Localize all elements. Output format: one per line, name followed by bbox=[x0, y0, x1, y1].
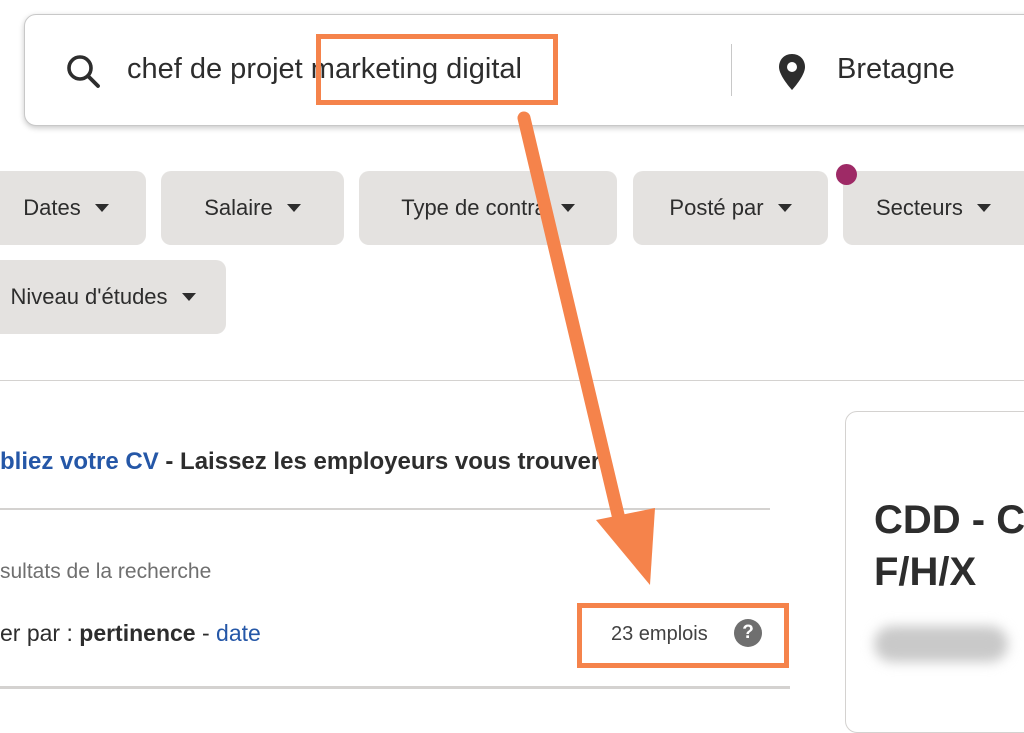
filter-salaire[interactable]: Salaire bbox=[161, 171, 344, 245]
filter-label: Dates bbox=[23, 195, 81, 220]
search-divider bbox=[731, 44, 732, 96]
cv-divider bbox=[0, 508, 770, 510]
filter-label: Secteurs bbox=[876, 195, 963, 220]
blurred-company-name bbox=[874, 626, 1008, 662]
upload-cv-link[interactable]: bliez votre CV bbox=[0, 448, 159, 475]
sort-by-date-link[interactable]: date bbox=[216, 620, 261, 646]
sort-separator: - bbox=[195, 620, 217, 646]
sort-control: er par : pertinence - date bbox=[0, 620, 261, 647]
filter-niveau-etudes[interactable]: Niveau d'études bbox=[0, 260, 226, 334]
filter-label: Type de contra bbox=[401, 195, 547, 220]
location-pin-icon bbox=[779, 54, 805, 90]
caret-down-icon bbox=[777, 204, 792, 212]
filter-secteurs[interactable]: Secteurs bbox=[843, 171, 1024, 245]
highlight-box-query bbox=[316, 34, 558, 105]
cv-banner-text: - Laissez les employeurs vous trouver bbox=[158, 448, 601, 475]
notification-badge bbox=[836, 164, 857, 185]
filter-type-contrat[interactable]: Type de contra bbox=[359, 171, 617, 245]
section-divider bbox=[0, 380, 1024, 381]
filter-label: Posté par bbox=[669, 195, 764, 220]
caret-down-icon bbox=[181, 293, 196, 301]
filter-dates[interactable]: Dates bbox=[0, 171, 146, 245]
sort-active: pertinence bbox=[79, 620, 196, 646]
location-input[interactable]: Bretagne bbox=[837, 53, 955, 86]
highlight-box-count bbox=[577, 603, 789, 668]
cv-banner: bliez votre CV - Laissez les employeurs … bbox=[0, 448, 600, 476]
job-title: CDD - C F/H/X bbox=[874, 498, 1024, 594]
search-icon bbox=[67, 55, 100, 88]
results-label: sultats de la recherche bbox=[0, 560, 212, 583]
caret-down-icon bbox=[94, 204, 109, 212]
caret-down-icon bbox=[560, 204, 575, 212]
sort-prefix: er par : bbox=[0, 620, 80, 646]
filter-poste-par[interactable]: Posté par bbox=[633, 171, 828, 245]
caret-down-icon bbox=[286, 204, 301, 212]
caret-down-icon bbox=[976, 204, 991, 212]
filter-label: Niveau d'études bbox=[10, 284, 168, 309]
filter-label: Salaire bbox=[204, 195, 273, 220]
